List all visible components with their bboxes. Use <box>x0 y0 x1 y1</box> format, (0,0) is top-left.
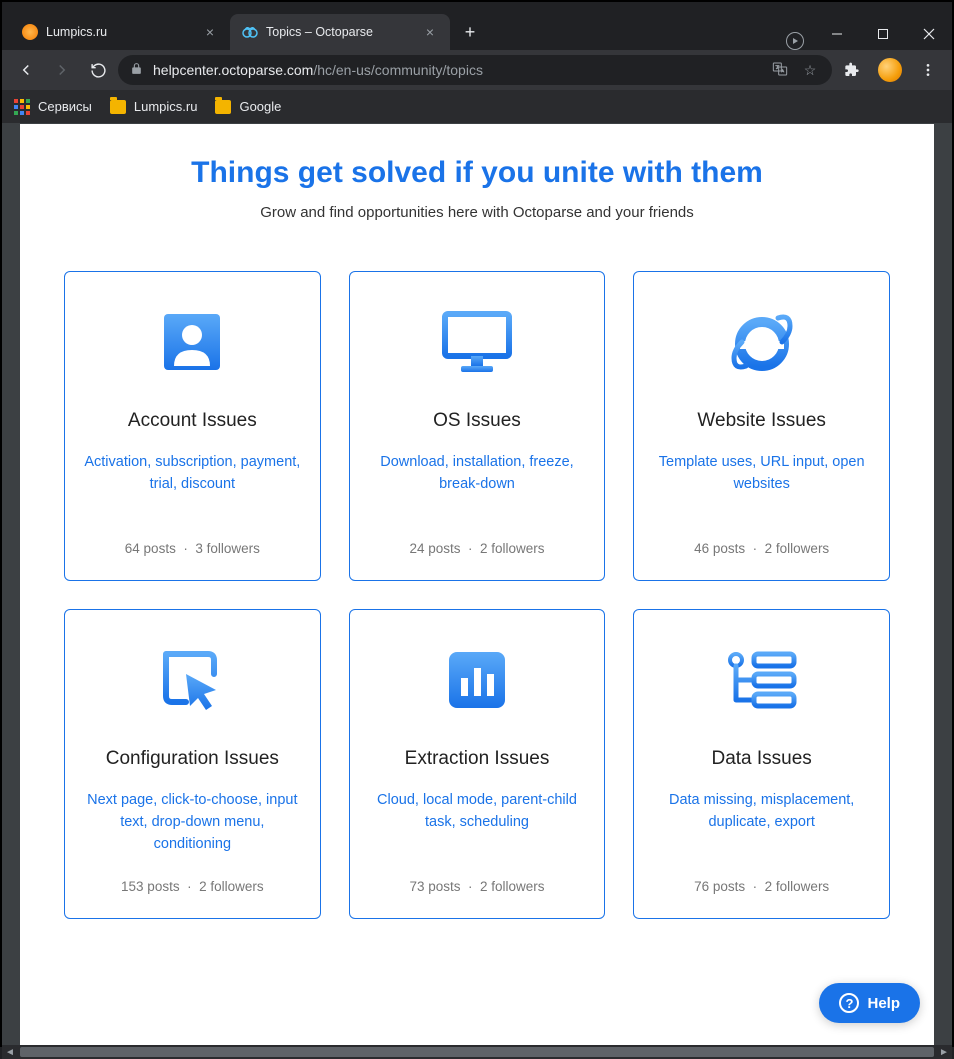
extensions-button[interactable] <box>836 54 868 86</box>
window-controls <box>814 16 952 50</box>
card-description: Cloud, local mode, parent-child task, sc… <box>368 790 587 857</box>
apps-label: Сервисы <box>38 99 92 114</box>
help-button[interactable]: ? Help <box>819 983 920 1023</box>
tab-strip: Lumpics.ru × Topics – Octoparse × + <box>2 14 786 50</box>
forward-button[interactable] <box>46 54 78 86</box>
help-label: Help <box>867 995 900 1012</box>
card-meta: 24 posts · 2 followers <box>409 541 544 556</box>
scrollbar-thumb[interactable] <box>20 1047 934 1057</box>
topic-card[interactable]: Configuration Issues Next page, click-to-… <box>64 609 321 919</box>
card-description: Download, installation, freeze, break-do… <box>368 452 587 519</box>
bookmarks-bar: Сервисы Lumpics.ru Google <box>2 90 952 124</box>
topics-grid: Account Issues Activation, subscription, … <box>20 231 934 959</box>
help-icon: ? <box>839 993 859 1013</box>
translate-icon[interactable] <box>770 61 790 80</box>
favicon-icon <box>242 24 258 40</box>
topic-card[interactable]: Account Issues Activation, subscription, … <box>64 271 321 581</box>
bookmark-lumpics[interactable]: Lumpics.ru <box>110 99 198 114</box>
profile-avatar[interactable] <box>878 58 902 82</box>
cursor-icon <box>158 640 226 720</box>
menu-button[interactable] <box>912 54 944 86</box>
topic-card[interactable]: Data Issues Data missing, misplacement, d… <box>633 609 890 919</box>
page-viewport: Things get solved if you unite with them… <box>2 124 952 1045</box>
card-meta: 76 posts · 2 followers <box>694 879 829 894</box>
browser-toolbar: helpcenter.octoparse.com/hc/en-us/commun… <box>2 50 952 90</box>
topic-card[interactable]: OS Issues Download, installation, freeze,… <box>349 271 606 581</box>
card-title: Account Issues <box>128 410 257 432</box>
browser-tab-lumpics[interactable]: Lumpics.ru × <box>10 14 230 50</box>
card-title: Extraction Issues <box>405 748 550 770</box>
chart-icon <box>447 640 507 720</box>
hero-section: Things get solved if you unite with them… <box>20 124 934 231</box>
card-meta: 64 posts · 3 followers <box>125 541 260 556</box>
favicon-icon <box>22 24 38 40</box>
topic-card[interactable]: Extraction Issues Cloud, local mode, pare… <box>349 609 606 919</box>
card-title: Configuration Issues <box>106 748 279 770</box>
card-meta: 73 posts · 2 followers <box>409 879 544 894</box>
address-bar[interactable]: helpcenter.octoparse.com/hc/en-us/commun… <box>118 55 832 85</box>
ie-icon <box>728 302 796 382</box>
bookmark-google[interactable]: Google <box>215 99 281 114</box>
horizontal-scrollbar[interactable]: ◄ ► <box>2 1045 952 1059</box>
card-description: Data missing, misplacement, duplicate, e… <box>652 790 871 857</box>
card-description: Next page, click-to-choose, input text, … <box>83 790 302 857</box>
tree-icon <box>726 640 798 720</box>
folder-icon <box>110 100 126 114</box>
close-window-button[interactable] <box>906 18 952 50</box>
card-description: Template uses, URL input, open websites <box>652 452 871 519</box>
page-content[interactable]: Things get solved if you unite with them… <box>20 124 934 1045</box>
tab-title: Topics – Octoparse <box>266 25 414 39</box>
card-title: OS Issues <box>433 410 521 432</box>
apps-shortcut[interactable]: Сервисы <box>14 99 92 115</box>
new-tab-button[interactable]: + <box>456 18 484 46</box>
bookmark-star-icon[interactable]: ☆ <box>800 62 820 79</box>
lock-icon <box>130 62 143 78</box>
card-title: Website Issues <box>697 410 825 432</box>
account-icon <box>160 302 224 382</box>
browser-tab-octoparse[interactable]: Topics – Octoparse × <box>230 14 450 50</box>
topic-card[interactable]: Website Issues Template uses, URL input, … <box>633 271 890 581</box>
bookmark-label: Lumpics.ru <box>134 99 198 114</box>
hero-subtitle: Grow and find opportunities here with Oc… <box>40 204 914 221</box>
scroll-left-icon[interactable]: ◄ <box>2 1045 18 1059</box>
apps-icon <box>14 99 30 115</box>
hero-title: Things get solved if you unite with them <box>40 156 914 190</box>
scroll-right-icon[interactable]: ► <box>936 1045 952 1059</box>
monitor-icon <box>441 302 513 382</box>
close-tab-icon[interactable]: × <box>202 24 218 40</box>
back-button[interactable] <box>10 54 42 86</box>
media-control-icon[interactable] <box>786 32 804 50</box>
card-meta: 46 posts · 2 followers <box>694 541 829 556</box>
card-title: Data Issues <box>711 748 811 770</box>
reload-button[interactable] <box>82 54 114 86</box>
folder-icon <box>215 100 231 114</box>
close-tab-icon[interactable]: × <box>422 24 438 40</box>
card-description: Activation, subscription, payment, trial… <box>83 452 302 519</box>
url-text: helpcenter.octoparse.com/hc/en-us/commun… <box>153 62 760 78</box>
tab-title: Lumpics.ru <box>46 25 194 39</box>
maximize-button[interactable] <box>860 18 906 50</box>
window-titlebar: Lumpics.ru × Topics – Octoparse × + <box>2 2 952 50</box>
bookmark-label: Google <box>239 99 281 114</box>
minimize-button[interactable] <box>814 18 860 50</box>
card-meta: 153 posts · 2 followers <box>121 879 264 894</box>
